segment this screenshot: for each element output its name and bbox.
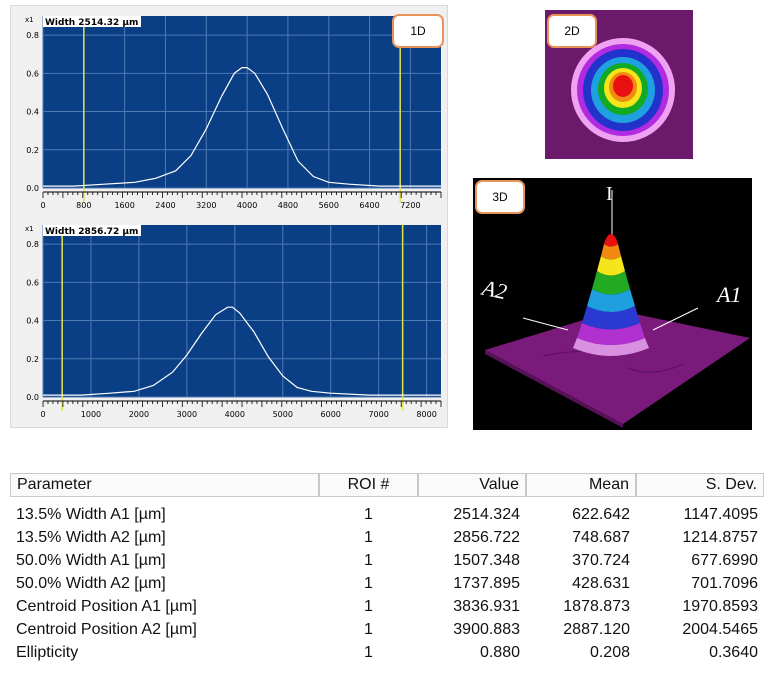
y-tick-label: 0.0 (26, 393, 39, 402)
tag-2d: 2D (547, 14, 597, 48)
row-parameter: 13.5% Width A2 [µm] (16, 528, 166, 546)
row-value: 2856.722 (453, 528, 520, 546)
row-mean: 1878.873 (563, 597, 630, 615)
header-roi[interactable]: ROI # (319, 473, 418, 497)
y-tick-label: 0.2 (26, 355, 39, 364)
row-mean: 748.687 (572, 528, 630, 546)
tag-1d: 1D (392, 14, 444, 48)
x-scale-label: x1 (25, 16, 34, 24)
row-value: 3836.931 (453, 597, 520, 615)
row-parameter: Ellipticity (16, 643, 79, 661)
table-row[interactable]: Centroid Position A1 [µm] 1 3836.931 1878.8… (10, 595, 764, 618)
table-row[interactable]: 13.5% Width A1 [µm] 1 2514.324 622.642 1147.… (10, 503, 764, 526)
row-mean: 370.724 (572, 551, 630, 569)
y-tick-label: 0.0 (26, 184, 39, 193)
header-value[interactable]: Value (418, 473, 526, 497)
y-tick-label: 0.2 (26, 146, 39, 155)
y-tick-label: 0.4 (26, 317, 39, 326)
row-sdev: 2004.5465 (682, 620, 758, 638)
x-tick-label: 4800 (278, 201, 298, 210)
row-sdev: 1970.8593 (682, 597, 758, 615)
row-roi: 1 (364, 528, 373, 546)
x-tick-label: 7200 (400, 201, 420, 210)
table-body: 13.5% Width A1 [µm] 1 2514.324 622.642 1147.… (10, 497, 764, 664)
profile-1d-panel: 0.0 0.2 0.4 0.6 0.8 x1 Width 2514.32 µm 0 800 160… (10, 5, 448, 428)
x-tick-label: 7000 (368, 410, 388, 419)
x-tick-label: 0 (40, 201, 45, 210)
axis-i-label: I (606, 183, 613, 205)
row-value: 1737.895 (453, 574, 520, 592)
header-mean[interactable]: Mean (526, 473, 636, 497)
x-tick-label: 3200 (196, 201, 216, 210)
row-sdev: 0.3640 (709, 643, 758, 661)
row-roi: 1 (364, 620, 373, 638)
width-readout: Width 2514.32 µm (45, 18, 138, 28)
row-mean: 622.642 (572, 505, 630, 523)
row-roi: 1 (364, 505, 373, 523)
tag-3d: 3D (475, 180, 525, 214)
x-tick-label: 6400 (359, 201, 379, 210)
results-table: Parameter ROI # Value Mean S. Dev. 13.5%… (10, 473, 764, 664)
table-row[interactable]: 50.0% Width A2 [µm] 1 1737.895 428.631 701.7… (10, 572, 764, 595)
plot-area (43, 225, 441, 397)
width-readout: Width 2856.72 µm (45, 227, 138, 237)
row-sdev: 1147.4095 (683, 505, 758, 523)
row-roi: 1 (364, 551, 373, 569)
header-sdev[interactable]: S. Dev. (636, 473, 764, 497)
profile-chart-svg: 0.0 0.2 0.4 0.6 0.8 x1 Width 2514.32 µm 0 800 160… (25, 16, 442, 210)
x-tick-label: 2400 (155, 201, 175, 210)
row-sdev: 701.7096 (691, 574, 758, 592)
row-sdev: 677.6990 (691, 551, 758, 569)
y-tick-label: 0.4 (26, 108, 39, 117)
x-scale-label: x1 (25, 225, 34, 233)
beam-2d-view: 2D (545, 10, 693, 159)
table-header: Parameter ROI # Value Mean S. Dev. (10, 473, 764, 497)
beam-3d-surface: I A1 A2 (478, 183, 750, 428)
x-tick-label: 5000 (273, 410, 293, 419)
y-tick-label: 0.6 (26, 69, 39, 78)
row-roi: 1 (364, 574, 373, 592)
row-value: 2514.324 (453, 505, 520, 523)
axis-a2-label: A2 (478, 274, 509, 304)
x-tick-label: 4000 (237, 201, 257, 210)
table-row[interactable]: Centroid Position A2 [µm] 1 3900.883 2887.1… (10, 618, 764, 641)
plot-area (43, 16, 441, 188)
row-parameter: Centroid Position A2 [µm] (16, 620, 197, 638)
profile-chart-a2: 0.0 0.2 0.4 0.6 0.8 x1 Width 2856.72 µm 0 1000 20… (13, 217, 445, 423)
x-tick-label: 0 (40, 410, 45, 419)
row-roi: 1 (364, 643, 373, 661)
row-value: 0.880 (479, 643, 520, 661)
y-tick-label: 0.8 (26, 240, 39, 249)
y-tick-label: 0.8 (26, 31, 39, 40)
row-mean: 428.631 (572, 574, 630, 592)
x-tick-label: 800 (76, 201, 91, 210)
row-value: 3900.883 (453, 620, 520, 638)
row-mean: 0.208 (589, 643, 630, 661)
row-parameter: Centroid Position A1 [µm] (16, 597, 197, 615)
x-tick-label: 8000 (416, 410, 436, 419)
row-parameter: 13.5% Width A1 [µm] (16, 505, 166, 523)
y-tick-label: 0.6 (26, 278, 39, 287)
row-parameter: 50.0% Width A2 [µm] (16, 574, 166, 592)
x-tick-label: 6000 (321, 410, 341, 419)
table-row[interactable]: 50.0% Width A1 [µm] 1 1507.348 370.724 677.6… (10, 549, 764, 572)
x-tick-label: 4000 (225, 410, 245, 419)
row-value: 1507.348 (453, 551, 520, 569)
profile-chart-a1: 0.0 0.2 0.4 0.6 0.8 x1 Width 2514.32 µm 0 800 160… (13, 8, 445, 214)
header-parameter[interactable]: Parameter (10, 473, 319, 497)
table-row[interactable]: 13.5% Width A2 [µm] 1 2856.722 748.687 1214.… (10, 526, 764, 549)
x-tick-label: 1000 (81, 410, 101, 419)
table-row[interactable]: Ellipticity 1 0.880 0.208 0.3640 (10, 641, 764, 664)
profile-chart-svg: 0.0 0.2 0.4 0.6 0.8 x1 Width 2856.72 µm 0 1000 20… (25, 225, 442, 419)
axis-a1-label: A1 (715, 282, 741, 307)
row-roi: 1 (364, 597, 373, 615)
x-tick-label: 2000 (129, 410, 149, 419)
x-tick-label: 3000 (177, 410, 197, 419)
row-sdev: 1214.8757 (682, 528, 758, 546)
x-tick-label: 1600 (114, 201, 134, 210)
row-mean: 2887.120 (563, 620, 630, 638)
x-tick-label: 5600 (319, 201, 339, 210)
beam-3d-view: I A1 A2 3D (473, 178, 752, 430)
row-parameter: 50.0% Width A1 [µm] (16, 551, 166, 569)
